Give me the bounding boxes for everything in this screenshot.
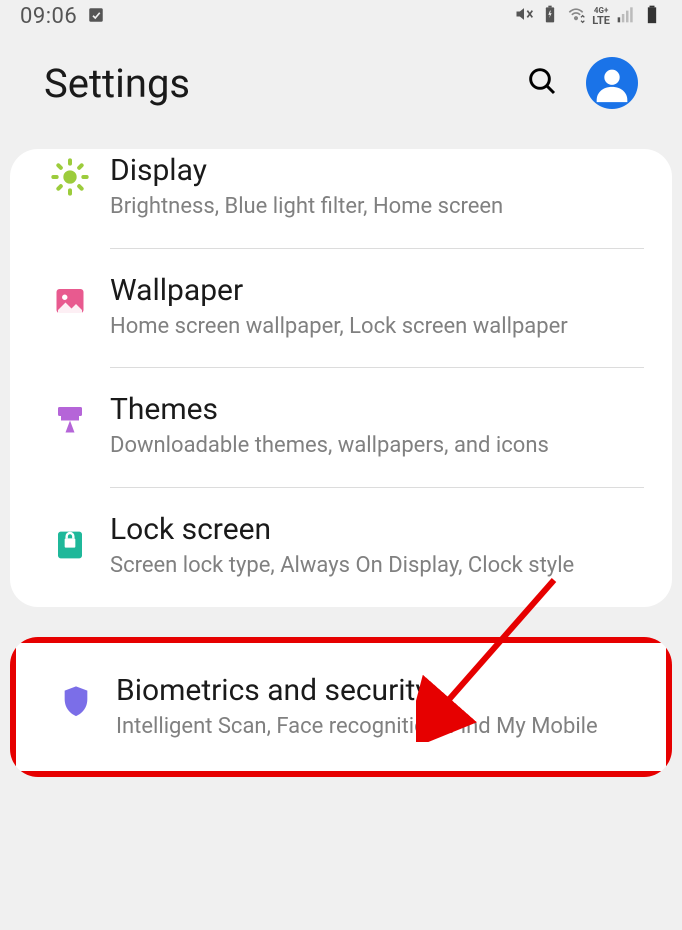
item-title: Lock screen [110, 512, 644, 547]
signal-icon [616, 4, 636, 29]
status-right: 4G+ LTE [514, 4, 662, 29]
item-subtitle: Downloadable themes, wallpapers, and ico… [110, 431, 644, 461]
item-title: Biometrics and security [116, 673, 638, 708]
item-subtitle: Home screen wallpaper, Lock screen wallp… [110, 312, 644, 342]
item-subtitle: Brightness, Blue light filter, Home scre… [110, 192, 644, 222]
item-subtitle: Screen lock type, Always On Display, Clo… [110, 551, 644, 581]
battery-icon [642, 4, 662, 29]
search-button[interactable] [526, 65, 558, 101]
page-title: Settings [44, 60, 190, 107]
wifi-icon [566, 4, 586, 29]
item-title: Display [110, 153, 644, 188]
status-bar: 09:06 4G+ LTE [0, 0, 682, 37]
settings-item-lockscreen[interactable]: Lock screen Screen lock type, Always On … [10, 488, 672, 607]
paint-icon [30, 392, 110, 442]
settings-group-2: Biometrics and security Intelligent Scan… [10, 637, 672, 778]
brightness-icon [30, 155, 110, 197]
lock-icon [30, 512, 110, 560]
battery-saver-icon [540, 4, 560, 29]
item-subtitle: Intelligent Scan, Face recognition, Find… [116, 712, 638, 742]
checklist-icon [87, 5, 105, 29]
settings-item-wallpaper[interactable]: Wallpaper Home screen wallpaper, Lock sc… [10, 249, 672, 368]
settings-header: Settings [0, 37, 682, 149]
status-left: 09:06 [20, 4, 105, 29]
lte-indicator: 4G+ LTE [592, 7, 610, 26]
shield-icon [36, 673, 116, 721]
annotation-highlight-box: Biometrics and security Intelligent Scan… [10, 637, 672, 778]
clock: 09:06 [20, 4, 77, 29]
account-avatar[interactable] [586, 57, 638, 109]
settings-item-themes[interactable]: Themes Downloadable themes, wallpapers, … [10, 368, 672, 487]
settings-group-1: Display Brightness, Blue light filter, H… [10, 149, 672, 607]
item-title: Wallpaper [110, 273, 644, 308]
settings-item-biometrics[interactable]: Biometrics and security Intelligent Scan… [16, 643, 666, 772]
mute-icon [514, 4, 534, 29]
image-icon [30, 273, 110, 319]
item-title: Themes [110, 392, 644, 427]
settings-item-display[interactable]: Display Brightness, Blue light filter, H… [10, 149, 672, 248]
